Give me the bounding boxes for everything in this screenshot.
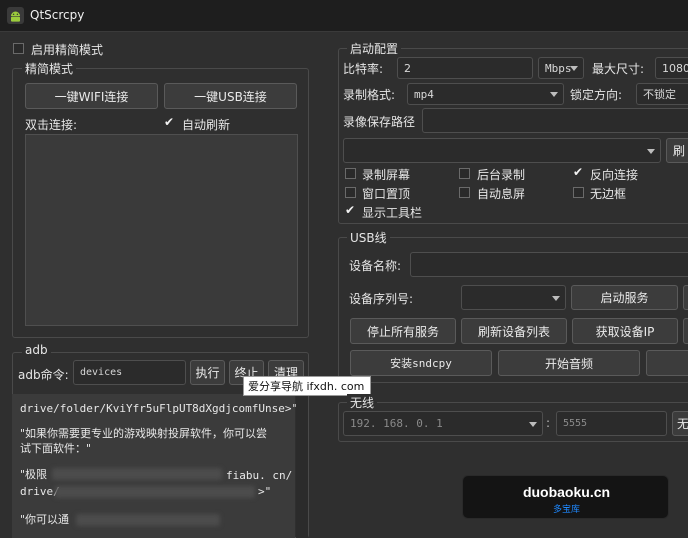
tooltip: 爱分享导航 ifxdh. com: [243, 376, 371, 396]
execute-button[interactable]: 执行: [190, 360, 225, 385]
record-screen-label: 录制屏幕: [362, 168, 411, 182]
log-line: 试下面软件：": [20, 442, 92, 455]
start-audio-button[interactable]: 开始音频: [498, 350, 640, 376]
start-service-button[interactable]: 启动服务: [571, 285, 678, 310]
log-line: drive/: [20, 485, 60, 498]
log-line: "你可以通: [20, 513, 70, 526]
log-scrollbar[interactable]: [296, 394, 308, 538]
auto-screen-off-label: 自动息屏: [477, 187, 526, 201]
refresh-devices-button[interactable]: 刷新设备列表: [461, 318, 567, 344]
wifi-connect-button[interactable]: 一键WIFI连接: [25, 83, 158, 109]
title-bar: QtScrcpy: [0, 0, 688, 32]
stop-audio-button[interactable]: [646, 350, 688, 376]
record-path-select[interactable]: [343, 138, 661, 163]
record-path-display[interactable]: [422, 108, 688, 133]
show-toolbar-checkbox[interactable]: [345, 203, 356, 217]
frameless-label: 无边框: [590, 187, 627, 201]
record-path-refresh-button[interactable]: 刷: [666, 138, 688, 163]
log-line: drive/folder/KviYfr5uFlpUT8dXgdjcomfUnse…: [20, 402, 299, 415]
log-line: >": [258, 485, 272, 498]
reverse-connect-checkbox[interactable]: [573, 165, 584, 179]
ip-port-separator: :: [546, 416, 551, 430]
redacted-region: [55, 486, 255, 498]
record-screen-checkbox[interactable]: [345, 168, 356, 179]
reverse-connect-label: 反向连接: [590, 168, 639, 182]
bitrate-label: 比特率:: [343, 62, 384, 76]
wireless-group-title: 无线: [347, 394, 378, 411]
device-serial-select[interactable]: [461, 285, 566, 310]
redacted-region: [76, 514, 220, 526]
lock-direction-label: 锁定方向:: [570, 88, 623, 102]
stop-all-services-button[interactable]: 停止所有服务: [350, 318, 456, 344]
window-top-checkbox[interactable]: [345, 187, 356, 198]
redacted-region: [52, 468, 222, 480]
record-path-label: 录像保存路径: [343, 115, 416, 129]
window-top-label: 窗口置顶: [362, 187, 411, 201]
frameless-checkbox[interactable]: [573, 187, 584, 198]
watermark-subtext: 多宝库: [552, 505, 580, 515]
double-click-label: 双击连接:: [25, 118, 78, 132]
install-sndcpy-button[interactable]: 安装sndcpy: [350, 350, 492, 376]
extra-button[interactable]: [683, 285, 688, 310]
watermark-badge: duobaoku.cn 多宝库: [462, 475, 669, 519]
auto-refresh-label: 自动刷新: [182, 118, 231, 132]
android-icon: [7, 7, 24, 24]
usb-group-title: USB线: [347, 229, 390, 246]
simple-mode-label: 启用精简模式: [31, 43, 104, 57]
auto-refresh-checkbox[interactable]: [164, 115, 175, 129]
device-name-label: 设备名称:: [349, 259, 402, 273]
simple-group-title: 精简模式: [22, 60, 77, 77]
config-group-title: 启动配置: [347, 40, 402, 57]
simple-mode-checkbox[interactable]: [13, 43, 24, 54]
usb-connect-button[interactable]: 一键USB连接: [164, 83, 297, 109]
background-record-checkbox[interactable]: [459, 168, 470, 179]
log-line: "如果你需要更专业的游戏映射投屏软件，你可以尝: [20, 427, 268, 440]
device-list[interactable]: [25, 134, 298, 326]
auto-screen-off-checkbox[interactable]: [459, 187, 470, 198]
extra-button-2[interactable]: [683, 318, 688, 344]
show-toolbar-label: 显示工具栏: [362, 206, 423, 220]
background-record-label: 后台录制: [477, 168, 526, 182]
adb-group-title: adb: [22, 343, 51, 357]
device-serial-label: 设备序列号:: [349, 292, 414, 306]
record-format-select[interactable]: mp4: [407, 83, 564, 105]
watermark-text: duobaoku.cn: [522, 484, 611, 500]
wireless-connect-button[interactable]: 无: [672, 411, 688, 436]
max-size-label: 最大尺寸:: [592, 62, 645, 76]
wireless-port-input[interactable]: 5555: [556, 411, 667, 436]
device-name-input[interactable]: [410, 252, 688, 277]
adb-command-input[interactable]: devices: [73, 360, 186, 385]
record-format-label: 录制格式:: [343, 88, 396, 102]
adb-command-label: adb命令:: [18, 368, 69, 382]
bitrate-unit-select[interactable]: Mbps: [538, 57, 584, 79]
log-line: fiabu. cn/: [226, 469, 293, 482]
get-device-ip-button[interactable]: 获取设备IP: [572, 318, 678, 344]
bitrate-input[interactable]: 2: [397, 57, 533, 79]
max-size-select[interactable]: 1080: [655, 57, 688, 79]
wireless-ip-select[interactable]: 192. 168. 0. 1: [343, 411, 543, 436]
window-title: QtScrcpy: [30, 8, 85, 22]
lock-direction-select[interactable]: 不锁定: [636, 83, 688, 105]
